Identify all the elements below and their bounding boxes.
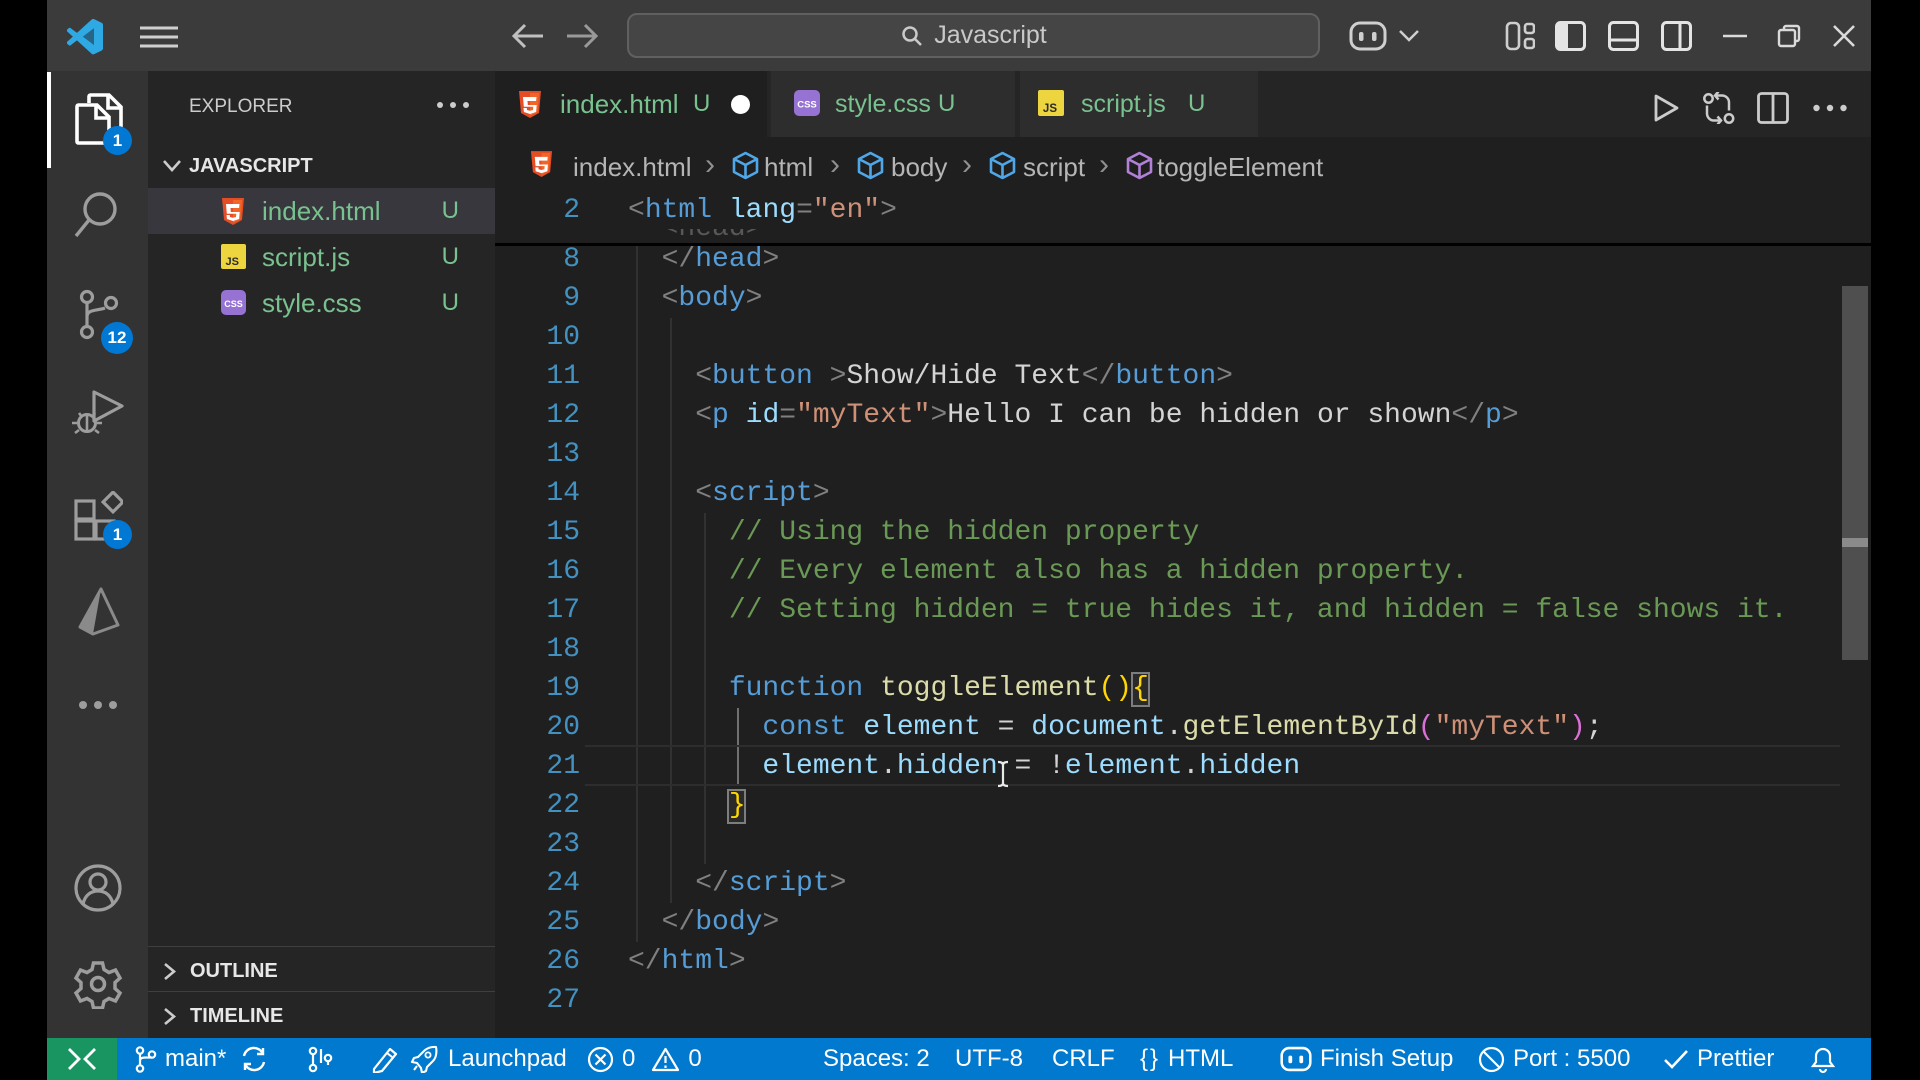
svg-text:CSS: CSS: [797, 100, 817, 111]
svg-text:JS: JS: [226, 256, 239, 268]
svg-text:CSS: CSS: [224, 299, 243, 309]
svg-text:JS: JS: [1043, 103, 1057, 115]
